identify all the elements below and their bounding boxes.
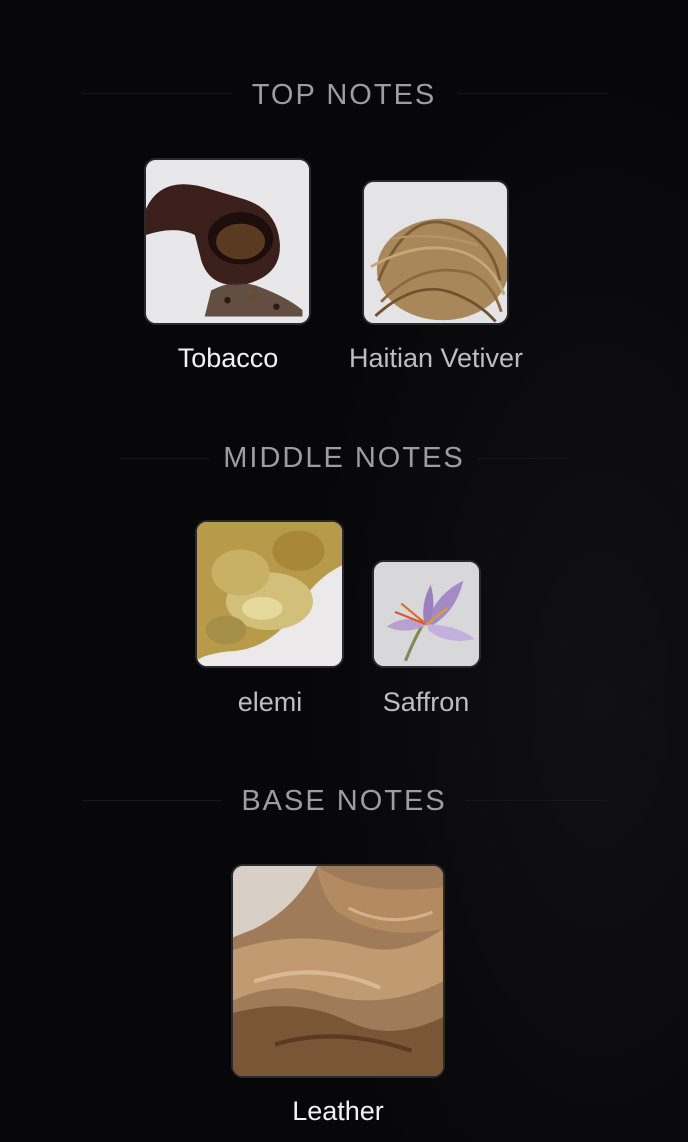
haitian-vetiver-image[interactable] bbox=[362, 180, 509, 325]
note-label-haitian-vetiver[interactable]: Haitian Vetiver bbox=[349, 343, 523, 374]
note-label-elemi[interactable]: elemi bbox=[238, 687, 303, 718]
note-label-saffron[interactable]: Saffron bbox=[383, 687, 470, 718]
middle-notes-heading: MIDDLE NOTES bbox=[223, 442, 465, 474]
leather-image[interactable] bbox=[231, 864, 445, 1078]
note-label-tobacco[interactable]: Tobacco bbox=[178, 343, 279, 374]
note-label-leather[interactable]: Leather bbox=[292, 1096, 384, 1127]
elemi-image[interactable] bbox=[195, 520, 344, 668]
base-notes-heading: BASE NOTES bbox=[241, 785, 447, 817]
saffron-image[interactable] bbox=[372, 560, 481, 668]
tobacco-image[interactable] bbox=[144, 158, 311, 325]
top-notes-heading: TOP NOTES bbox=[251, 79, 437, 111]
